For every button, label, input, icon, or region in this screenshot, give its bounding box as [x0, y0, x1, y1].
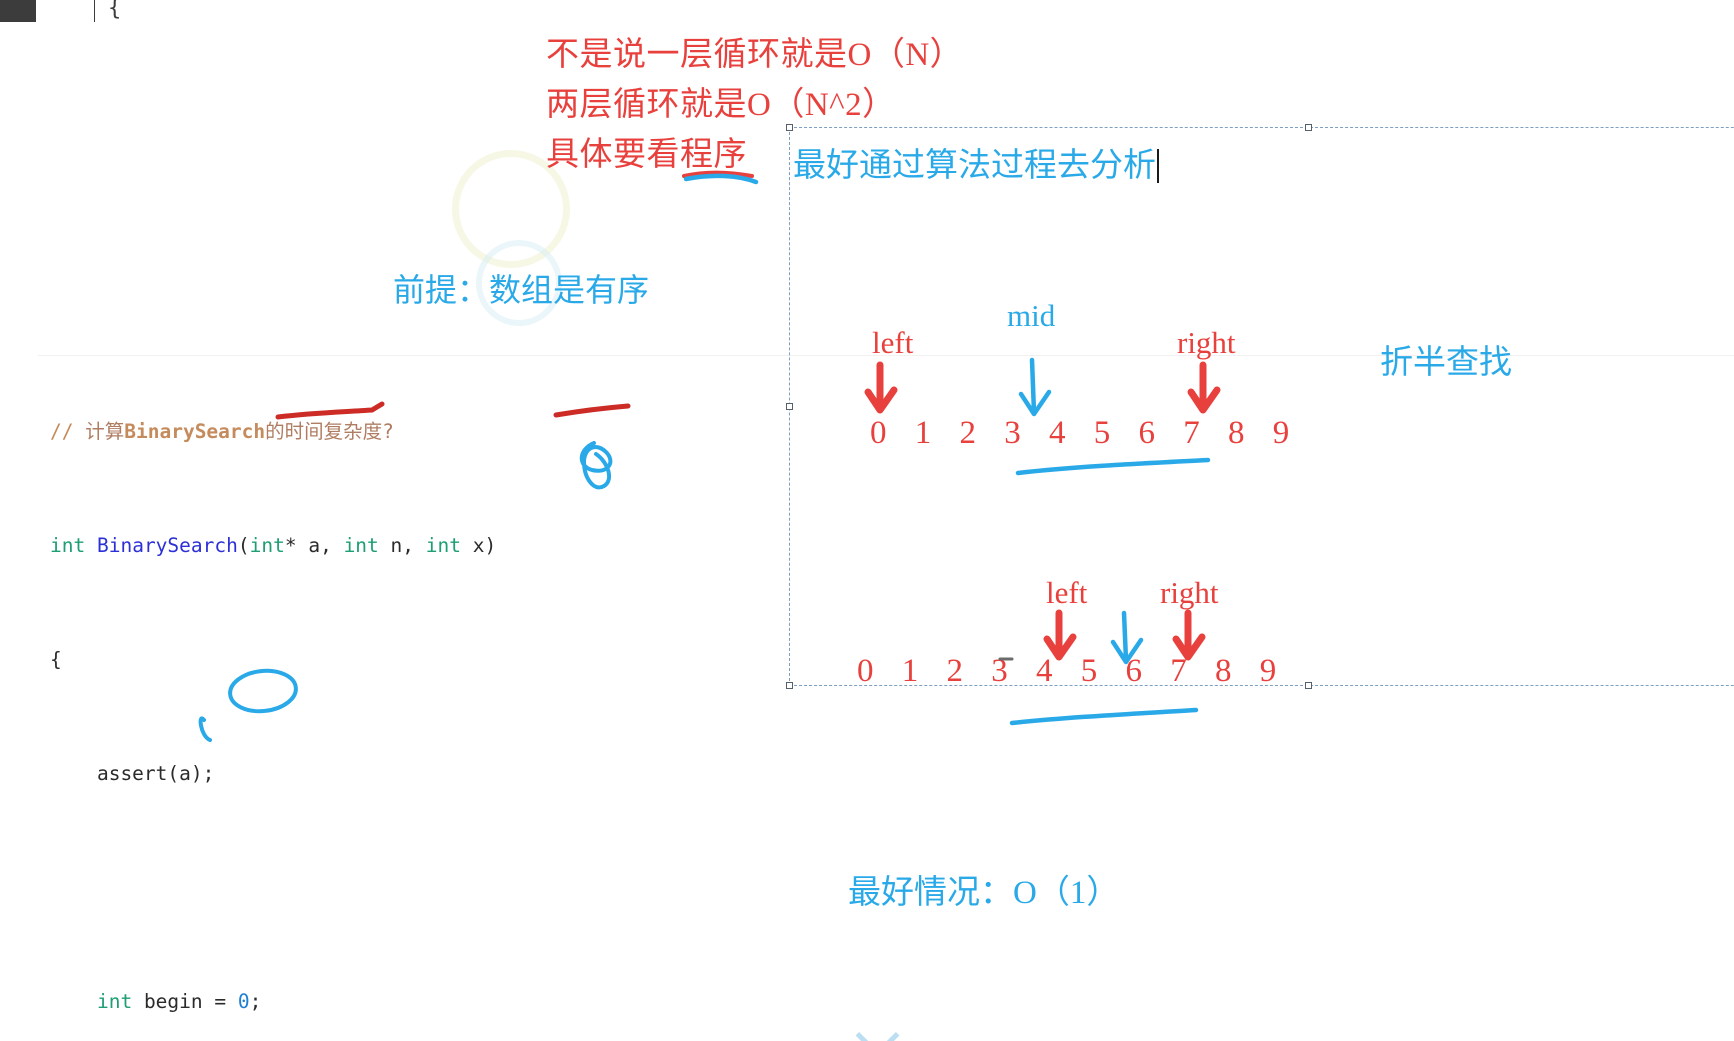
- screenshot-canvas: { 不是说一层循环就是O（N） 两层循环就是O（N^2） 具体要看程序 前提：数…: [0, 0, 1734, 1041]
- best-case-note: 最好情况：O（1）: [848, 875, 1120, 911]
- diagram-row1-label-right: right: [1177, 325, 1236, 360]
- code-line-begin: int begin = 0;: [96, 990, 262, 1013]
- cyan-underline-row2: [1009, 707, 1199, 726]
- red-note-line-2: 两层循环就是O（N^2）: [546, 87, 896, 123]
- code-line-comment: // 计算BinarySearch的时间复杂度?: [50, 420, 394, 443]
- code-line-open-brace: {: [50, 648, 62, 671]
- half-search-note: 折半查找: [1380, 345, 1512, 381]
- code-line-blank-1: [50, 869, 555, 907]
- cyan-underline-note3: [683, 173, 759, 185]
- watermark-chevron: [855, 1013, 900, 1041]
- textbox-content[interactable]: 最好通过算法过程去分析: [793, 138, 1159, 186]
- stray-brace-glyph: {: [108, 0, 122, 21]
- diagram-row2-label-right: right: [1160, 575, 1219, 610]
- selection-handle-middle-left[interactable]: [786, 402, 793, 410]
- diagram-row2-numbers: 0 1 2 3 4 5 6 7 8 9: [857, 653, 1287, 689]
- selection-handle-bottom-middle[interactable]: [1305, 682, 1312, 689]
- code-block: // 计算BinarySearch的时间复杂度? int BinarySearc…: [50, 337, 555, 1041]
- selection-handle-top-left[interactable]: [786, 124, 793, 131]
- diagram-row1-label-left: left: [872, 325, 914, 360]
- text-caret: [1157, 149, 1159, 183]
- premise-note: 前提：数组是有序: [393, 272, 650, 308]
- selection-box[interactable]: [786, 124, 1734, 689]
- textbox-text: 最好通过算法过程去分析: [793, 148, 1156, 184]
- selection-handle-top-middle[interactable]: [1305, 124, 1312, 131]
- red-underline-param-x: [553, 403, 631, 418]
- code-line-assert: assert(a);: [50, 762, 215, 785]
- red-note-line-3: 具体要看程序: [546, 137, 747, 173]
- window-chrome-chip: [36, 0, 94, 22]
- diagram-row2-label-left: left: [1046, 575, 1088, 610]
- diagram-row1-numbers: 0 1 2 3 4 5 6 7 8 9: [870, 415, 1300, 451]
- selection-handle-bottom-left[interactable]: [786, 682, 793, 689]
- code-line-signature: int BinarySearch(int* a, int n, int x): [50, 534, 497, 557]
- red-note-line-1: 不是说一层循环就是O（N）: [546, 37, 964, 73]
- diagram-row1-label-mid: mid: [1007, 298, 1056, 333]
- cyan-figure-eight-mark: [579, 441, 613, 490]
